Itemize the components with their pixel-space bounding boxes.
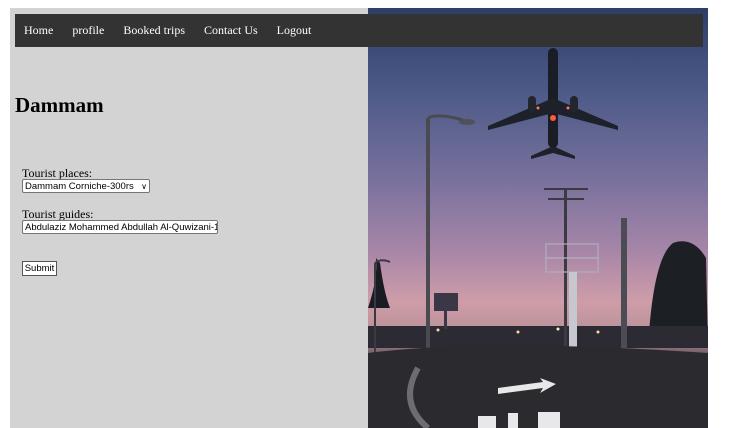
nav-home-link[interactable]: Home [24, 23, 53, 38]
top-navigation-bar: Home profile Booked trips Contact Us Log… [15, 14, 703, 47]
airplane-landing-photo [368, 8, 708, 428]
submit-button[interactable]: Submit [22, 261, 57, 276]
nav-logout-link[interactable]: Logout [277, 23, 312, 38]
chevron-down-icon: ∨ [141, 181, 147, 191]
tourist-guides-select[interactable]: Abdulaziz Mohammed Abdullah Al-Quwizani-… [22, 220, 218, 234]
tourist-places-value: Dammam Corniche-300rs [25, 180, 134, 192]
nav-booked-trips-link[interactable]: Booked trips [123, 23, 185, 38]
tourist-guides-value: Abdulaziz Mohammed Abdullah Al-Quwizani-… [25, 221, 218, 233]
tourist-places-select[interactable]: Dammam Corniche-300rs ∨ [22, 179, 150, 193]
nav-contact-us-link[interactable]: Contact Us [204, 23, 258, 38]
nav-profile-link[interactable]: profile [72, 23, 104, 38]
airplane-photo-art [368, 48, 708, 428]
page-title: Dammam [15, 93, 104, 117]
